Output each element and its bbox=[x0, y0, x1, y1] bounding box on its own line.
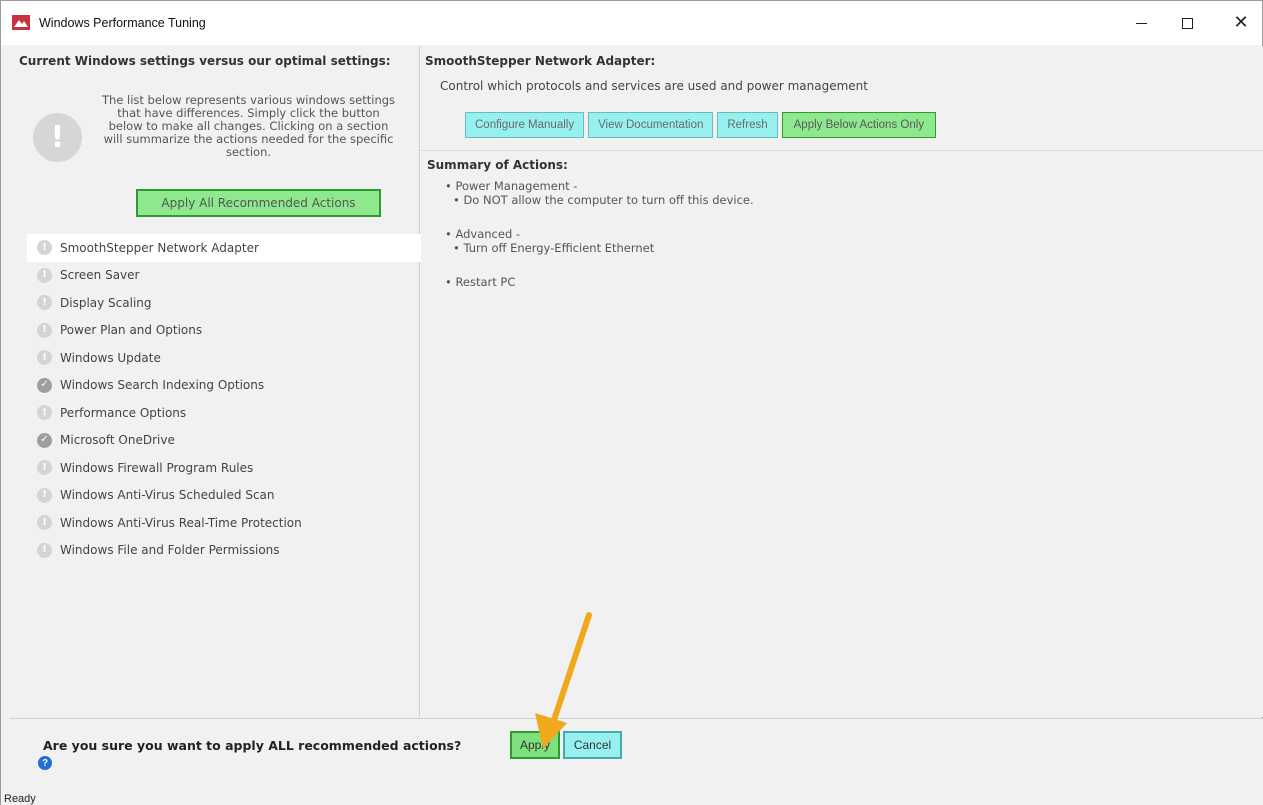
section-item-label: Display Scaling bbox=[60, 295, 152, 310]
summary-group: • Advanced - • Turn off Energy-Efficient … bbox=[445, 227, 1225, 255]
section-item-label: Power Plan and Options bbox=[60, 323, 203, 338]
section-item[interactable]: ! Performance Options bbox=[27, 399, 425, 427]
maximize-icon bbox=[1181, 17, 1193, 29]
view-documentation-button[interactable]: View Documentation bbox=[588, 112, 714, 138]
warning-icon: ! bbox=[37, 542, 52, 558]
summary-item: • Do NOT allow the computer to turn off … bbox=[453, 193, 754, 207]
section-item-label: Windows Update bbox=[60, 350, 161, 365]
section-item[interactable]: ! Screen Saver bbox=[27, 262, 425, 290]
status-text: Ready bbox=[4, 793, 36, 805]
app-window: Windows Performance Tuning ✕ Current Win… bbox=[0, 0, 1263, 805]
window-title: Windows Performance Tuning bbox=[39, 16, 206, 30]
right-panel: SmoothStepper Network Adapter: Control w… bbox=[421, 46, 1263, 717]
status-bar: Ready bbox=[1, 790, 1263, 805]
section-item[interactable]: ! Windows Anti-Virus Real-Time Protection bbox=[27, 509, 425, 537]
configure-manually-button[interactable]: Configure Manually bbox=[465, 112, 585, 138]
section-item-label: Screen Saver bbox=[60, 268, 140, 283]
section-button-row: Configure Manually View Documentation Re… bbox=[465, 112, 937, 138]
left-panel-description: The list below represents various window… bbox=[101, 93, 396, 159]
warning-icon: ! bbox=[37, 487, 52, 503]
close-button[interactable]: ✕ bbox=[1218, 1, 1263, 45]
exclamation-icon: ! bbox=[33, 113, 82, 162]
left-panel-heading: Current Windows settings versus our opti… bbox=[19, 54, 391, 68]
section-list: ! SmoothStepper Network Adapter! Screen Sa… bbox=[27, 234, 425, 564]
summary-list: • Power Management - • Do NOT allow the c… bbox=[445, 179, 1225, 309]
summary-heading: • Advanced - bbox=[445, 227, 521, 241]
section-item-label: Windows File and Folder Permissions bbox=[60, 543, 280, 558]
section-item[interactable]: ! Power Plan and Options bbox=[27, 317, 425, 345]
section-item-label: Windows Firewall Program Rules bbox=[60, 460, 254, 475]
summary-group: • Power Management - • Do NOT allow the c… bbox=[445, 179, 1225, 207]
warning-icon: ! bbox=[37, 460, 52, 476]
checkmark-icon: ✓ bbox=[37, 377, 52, 393]
warning-icon: ! bbox=[37, 350, 52, 366]
section-item[interactable]: ! Display Scaling bbox=[27, 289, 425, 317]
section-item[interactable]: ! Windows File and Folder Permissions bbox=[27, 537, 425, 565]
section-item-label: Windows Search Indexing Options bbox=[60, 378, 265, 393]
app-logo-icon bbox=[12, 15, 30, 30]
warning-icon: ! bbox=[37, 267, 52, 283]
section-description: Control which protocols and services are… bbox=[440, 79, 868, 93]
confirm-bar: ? Are you sure you want to apply ALL rec… bbox=[10, 718, 1263, 790]
left-panel: Current Windows settings versus our opti… bbox=[10, 46, 425, 717]
minimize-icon bbox=[1135, 22, 1147, 24]
cancel-button[interactable]: Cancel bbox=[563, 731, 622, 759]
section-item-label: SmoothStepper Network Adapter bbox=[60, 240, 259, 255]
maximize-button[interactable] bbox=[1164, 1, 1210, 45]
section-item[interactable]: ✓ Windows Search Indexing Options bbox=[27, 372, 425, 400]
section-item[interactable]: ! Windows Anti-Virus Scheduled Scan bbox=[27, 482, 425, 510]
section-item-label: Windows Anti-Virus Scheduled Scan bbox=[60, 488, 275, 503]
checkmark-icon: ✓ bbox=[37, 432, 52, 448]
summary-item: • Turn off Energy-Efficient Ethernet bbox=[453, 241, 655, 255]
apply-button[interactable]: Apply bbox=[510, 731, 560, 759]
refresh-button[interactable]: Refresh bbox=[717, 112, 778, 138]
summary-group: • Restart PC bbox=[445, 275, 1225, 289]
summary-title: Summary of Actions: bbox=[427, 158, 568, 172]
info-icon: ? bbox=[38, 756, 52, 770]
summary-heading: • Restart PC bbox=[445, 275, 516, 289]
section-item[interactable]: ! Windows Firewall Program Rules bbox=[27, 454, 425, 482]
title-bar[interactable]: Windows Performance Tuning ✕ bbox=[1, 1, 1262, 45]
warning-icon: ! bbox=[37, 515, 52, 531]
apply-all-recommended-button[interactable]: Apply All Recommended Actions bbox=[136, 189, 381, 217]
minimize-button[interactable] bbox=[1118, 1, 1164, 45]
warning-icon: ! bbox=[37, 295, 52, 311]
divider bbox=[421, 150, 1263, 151]
section-item-label: Microsoft OneDrive bbox=[60, 433, 175, 448]
warning-icon: ! bbox=[37, 405, 52, 421]
summary-heading: • Power Management - bbox=[445, 179, 578, 193]
confirm-question: Are you sure you want to apply ALL recom… bbox=[43, 738, 462, 753]
warning-icon: ! bbox=[37, 322, 52, 338]
section-item-label: Performance Options bbox=[60, 405, 187, 420]
apply-below-actions-button[interactable]: Apply Below Actions Only bbox=[781, 112, 937, 138]
warning-icon: ! bbox=[37, 240, 52, 256]
section-item-label: Windows Anti-Virus Real-Time Protection bbox=[60, 515, 302, 530]
section-item[interactable]: ! SmoothStepper Network Adapter bbox=[27, 234, 425, 262]
section-item[interactable]: ! Windows Update bbox=[27, 344, 425, 372]
section-title: SmoothStepper Network Adapter: bbox=[425, 54, 656, 68]
section-item[interactable]: ✓ Microsoft OneDrive bbox=[27, 427, 425, 455]
close-icon: ✕ bbox=[1233, 12, 1249, 33]
